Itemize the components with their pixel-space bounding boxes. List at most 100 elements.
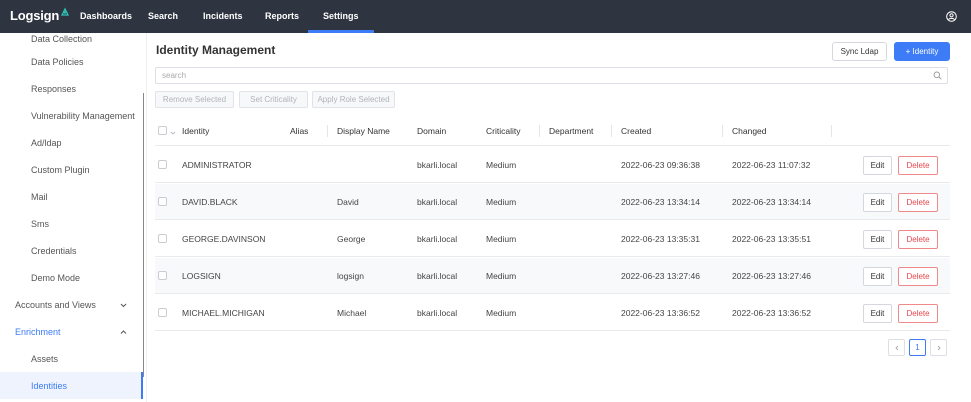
- chevron-right-icon: [937, 345, 941, 350]
- edit-button[interactable]: Edit: [863, 156, 892, 175]
- settings-sidebar: Data Collection Data Policies Responses …: [0, 33, 144, 402]
- sidebar-item-vulnerability-management[interactable]: Vulnerability Management: [0, 102, 143, 129]
- cell-criticality: Medium: [486, 271, 517, 281]
- cell-criticality: Medium: [486, 234, 517, 244]
- edit-button[interactable]: Edit: [863, 304, 892, 323]
- column-changed[interactable]: Changed: [732, 116, 767, 146]
- sidebar-item-mail[interactable]: Mail: [0, 183, 143, 210]
- column-created[interactable]: Created: [621, 116, 651, 146]
- sidebar-item-responses[interactable]: Responses: [0, 75, 143, 102]
- user-circle-icon[interactable]: [946, 11, 957, 22]
- sidebar-item-sms[interactable]: Sms: [0, 210, 143, 237]
- nav-reports[interactable]: Reports: [265, 0, 299, 33]
- sidebar-group-accounts-and-views[interactable]: Accounts and Views: [0, 291, 143, 318]
- sidebar-item-identities[interactable]: Identities: [0, 372, 143, 399]
- sidebar-group-enrichment[interactable]: Enrichment: [0, 318, 143, 345]
- remove-selected-button[interactable]: Remove Selected: [155, 91, 234, 108]
- sidebar-item-label: Enrichment: [15, 326, 61, 337]
- delete-button[interactable]: Delete: [898, 193, 938, 212]
- cell-created: 2022-06-23 13:36:52: [621, 308, 700, 318]
- sidebar-item-label: Mail: [31, 191, 48, 202]
- column-identity[interactable]: Identity: [182, 116, 209, 146]
- sidebar-item-label: Assets: [31, 353, 59, 364]
- logo-mark-icon: [60, 7, 70, 17]
- cell-identity: GEORGE.DAVINSON: [182, 234, 266, 244]
- search-input[interactable]: [156, 68, 916, 83]
- column-separator: [327, 125, 328, 137]
- cell-created: 2022-06-23 13:35:31: [621, 234, 700, 244]
- nav-incidents[interactable]: Incidents: [203, 0, 243, 33]
- edit-button[interactable]: Edit: [863, 193, 892, 212]
- column-separator: [539, 125, 540, 137]
- column-alias[interactable]: Alias: [290, 116, 308, 146]
- page-number-button[interactable]: 1: [909, 339, 926, 356]
- delete-button[interactable]: Delete: [898, 156, 938, 175]
- chevron-left-icon: [894, 345, 898, 350]
- table-row: GEORGE.DAVINSON George bkarli.local Medi…: [155, 221, 950, 257]
- delete-button[interactable]: Delete: [898, 304, 938, 323]
- logsign-logo[interactable]: Logsign: [10, 7, 70, 23]
- sidebar-item-label: Custom Plugin: [31, 164, 90, 175]
- set-criticality-button[interactable]: Set Criticality: [239, 91, 308, 108]
- row-checkbox[interactable]: [158, 234, 167, 243]
- search-icon[interactable]: [933, 71, 942, 80]
- select-all-checkbox[interactable]: [158, 126, 167, 135]
- column-separator: [831, 125, 832, 137]
- sync-ldap-button[interactable]: Sync Ldap: [832, 42, 887, 61]
- sidebar-item-label: Data Collection: [31, 33, 93, 44]
- nav-dashboards[interactable]: Dashboards: [80, 0, 132, 33]
- row-checkbox[interactable]: [158, 308, 167, 317]
- sidebar-item-demo-mode[interactable]: Demo Mode: [0, 264, 143, 291]
- cell-changed: 2022-06-23 11:07:32: [732, 160, 811, 170]
- sidebar-item-label: Credentials: [31, 245, 77, 256]
- row-checkbox[interactable]: [158, 271, 167, 280]
- table-row: LOGSIGN logsign bkarli.local Medium 2022…: [155, 258, 950, 294]
- edit-button[interactable]: Edit: [863, 230, 892, 249]
- row-checkbox[interactable]: [158, 160, 167, 169]
- sidebar-item-credentials[interactable]: Credentials: [0, 237, 143, 264]
- search-box: [155, 67, 948, 84]
- sidebar-item-label: Sms: [31, 218, 49, 229]
- cell-identity: MICHAEL.MICHIGAN: [182, 308, 265, 318]
- apply-role-selected-button[interactable]: Apply Role Selected: [312, 91, 395, 108]
- cell-domain: bkarli.local: [417, 160, 458, 170]
- sidebar-scrollbar[interactable]: [143, 93, 144, 377]
- nav-settings[interactable]: Settings: [308, 0, 373, 33]
- row-checkbox[interactable]: [158, 197, 167, 206]
- cell-criticality: Medium: [486, 308, 517, 318]
- main-content: Identity Management Sync Ldap + Identity…: [146, 33, 971, 402]
- column-domain[interactable]: Domain: [417, 116, 446, 146]
- table-row: MICHAEL.MICHIGAN Michael bkarli.local Me…: [155, 295, 950, 331]
- prev-page-button[interactable]: [888, 339, 905, 356]
- column-display-name[interactable]: Display Name: [337, 116, 390, 146]
- sidebar-item-ad-ldap[interactable]: Ad/ldap: [0, 129, 143, 156]
- cell-created: 2022-06-23 13:34:14: [621, 197, 700, 207]
- column-department[interactable]: Department: [549, 116, 593, 146]
- delete-button[interactable]: Delete: [898, 267, 938, 286]
- chevron-down-icon[interactable]: [170, 128, 176, 135]
- page-title: Identity Management: [156, 43, 276, 57]
- nav-search[interactable]: Search: [148, 0, 178, 33]
- cell-identity: ADMINISTRATOR: [182, 160, 252, 170]
- cell-changed: 2022-06-23 13:34:14: [732, 197, 811, 207]
- cell-changed: 2022-06-23 13:36:52: [732, 308, 811, 318]
- chevron-up-icon: [120, 328, 127, 335]
- column-criticality[interactable]: Criticality: [486, 116, 520, 146]
- edit-button[interactable]: Edit: [863, 267, 892, 286]
- cell-display-name: David: [337, 197, 359, 207]
- sidebar-item-custom-plugin[interactable]: Custom Plugin: [0, 156, 143, 183]
- sidebar-item-data-policies[interactable]: Data Policies: [0, 48, 143, 75]
- sidebar-item-label: Demo Mode: [31, 272, 81, 283]
- add-identity-button[interactable]: + Identity: [894, 42, 950, 61]
- sidebar-item-assets[interactable]: Assets: [0, 345, 143, 372]
- next-page-button[interactable]: [930, 339, 947, 356]
- sidebar-item-label: Vulnerability Management: [31, 110, 135, 121]
- cell-criticality: Medium: [486, 160, 517, 170]
- sidebar-item-label: Accounts and Views: [15, 299, 96, 310]
- table-header: Identity Alias Display Name Domain Criti…: [155, 116, 950, 146]
- table-row: ADMINISTRATOR bkarli.local Medium 2022-0…: [155, 147, 950, 183]
- sidebar-item-label: Identities: [31, 380, 68, 391]
- cell-changed: 2022-06-23 13:35:51: [732, 234, 811, 244]
- delete-button[interactable]: Delete: [898, 230, 938, 249]
- column-separator: [611, 125, 612, 137]
